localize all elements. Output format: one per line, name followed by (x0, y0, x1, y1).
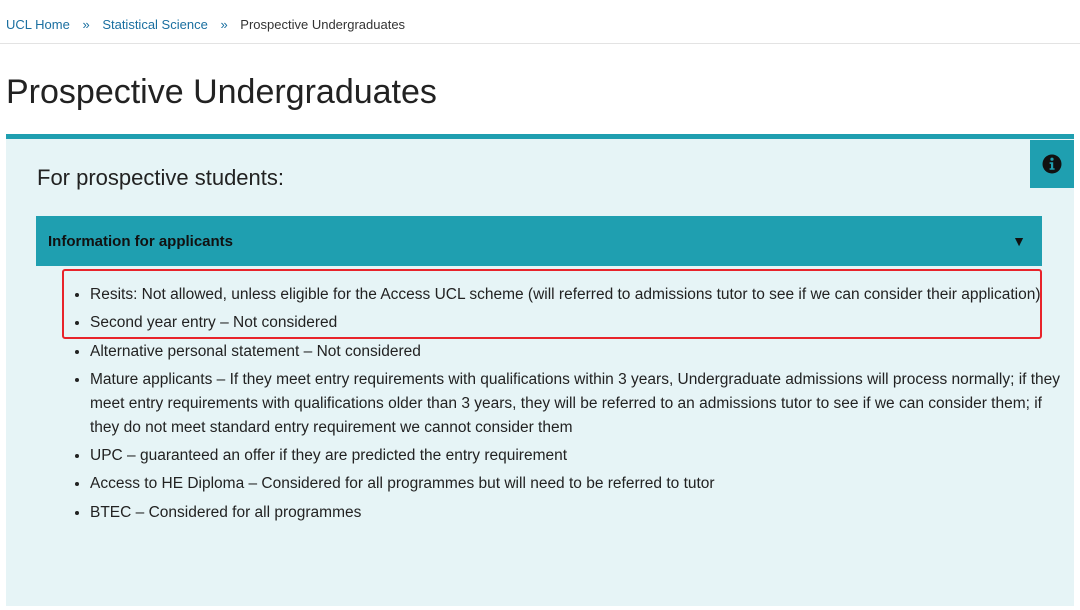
breadcrumb-current: Prospective Undergraduates (240, 17, 406, 32)
info-button[interactable] (1030, 140, 1074, 188)
breadcrumb-separator: » (220, 17, 228, 32)
accordion-title: Information for applicants (48, 232, 234, 250)
accordion-header-information-for-applicants[interactable]: Information for applicants ▼ (36, 216, 1042, 266)
breadcrumb-separator: » (82, 17, 90, 32)
header-divider (0, 43, 1080, 44)
list-item-upc: UPC – guaranteed an offer if they are pr… (90, 444, 1062, 468)
triangle-down-icon[interactable]: ▼ (1012, 233, 1026, 249)
info-circle-icon (1042, 154, 1062, 174)
list-item-mature-applicants: Mature applicants – If they meet entry r… (90, 368, 1062, 440)
panel-heading: For prospective students: (37, 165, 285, 190)
list-item-resits: Resits: Not allowed, unless eligible for… (90, 283, 1062, 307)
page-title: Prospective Undergraduates (6, 73, 437, 111)
list-item-btec: BTEC – Considered for all programmes (90, 501, 1062, 525)
list-item-alternative-personal-statement: Alternative personal statement – Not con… (90, 340, 1062, 364)
list-item-second-year-entry: Second year entry – Not considered (90, 311, 1062, 335)
list-item-access-to-he-diploma: Access to HE Diploma – Considered for al… (90, 472, 1062, 496)
applicant-info-list: Resits: Not allowed, unless eligible for… (66, 283, 1062, 529)
breadcrumb-section-link[interactable]: Statistical Science (102, 17, 208, 32)
breadcrumb: UCL Home » Statistical Science » Prospec… (6, 15, 405, 35)
breadcrumb-home-link[interactable]: UCL Home (6, 17, 70, 32)
